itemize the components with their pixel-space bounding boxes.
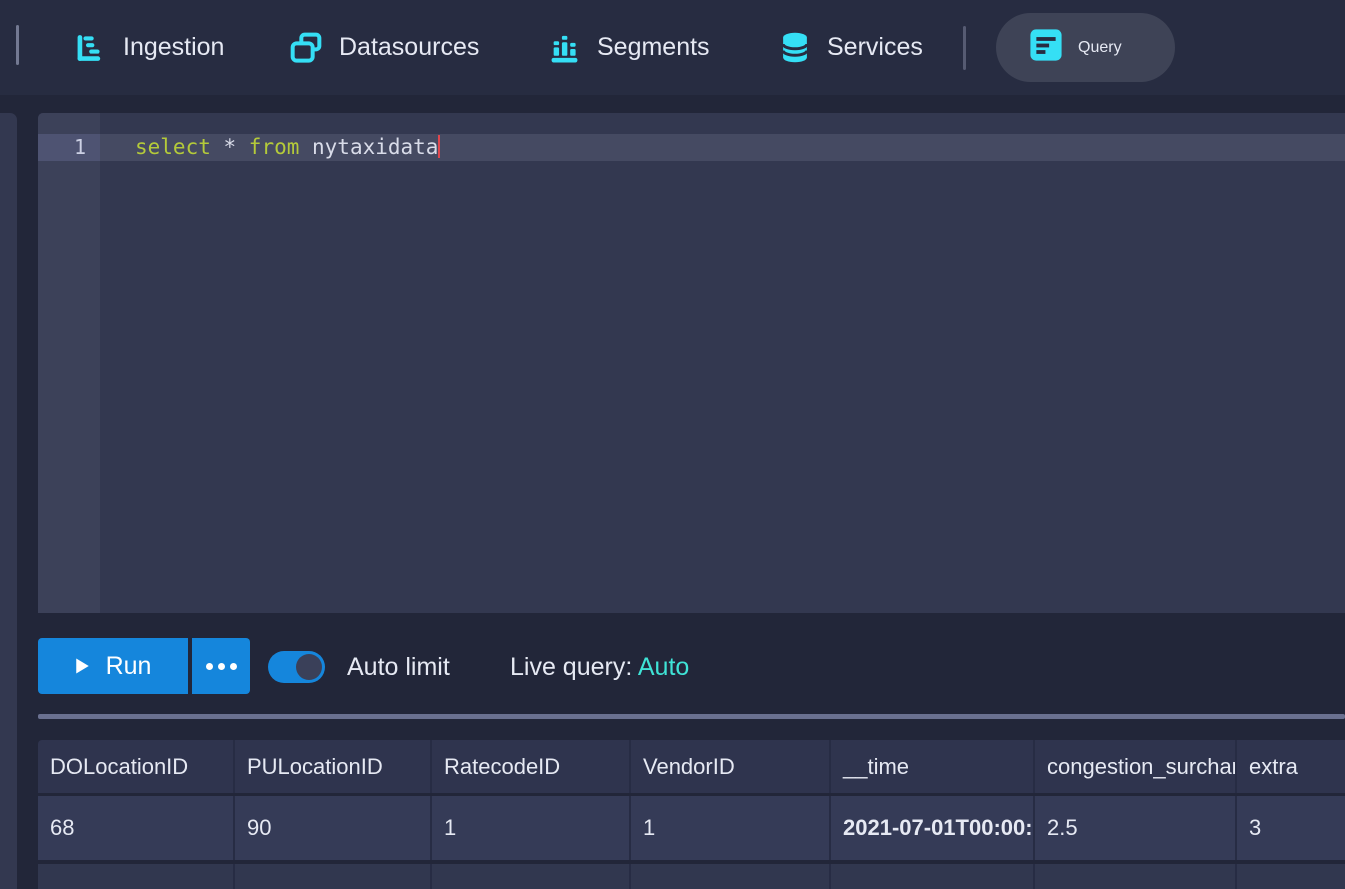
query-card-icon [1029,28,1063,67]
sql-text: * [211,135,249,159]
column-header[interactable]: extra [1237,740,1345,793]
sql-text: nytaxidata [299,135,438,159]
nav-item-services[interactable]: Services [780,0,923,95]
table-cell[interactable]: 3 [1237,796,1345,860]
run-more-options-button[interactable] [192,638,250,694]
gantt-chart-icon [75,32,106,64]
nav-label-ingestion: Ingestion [123,33,224,62]
sql-keyword: from [249,135,300,159]
nav-item-ingestion[interactable]: Ingestion [75,0,224,95]
run-button-label: Run [106,652,152,681]
column-header[interactable]: PULocationID [235,740,432,793]
live-query-label: Live query: Auto [510,651,689,683]
table-cell[interactable]: 68 [38,796,235,860]
auto-limit-label: Auto limit [347,651,450,683]
column-header[interactable]: congestion_surcharge [1035,740,1237,793]
database-icon [780,31,810,64]
run-button-group: Run [38,638,250,694]
column-header[interactable]: VendorID [631,740,831,793]
table-cell[interactable] [432,864,631,889]
nav-label-segments: Segments [597,33,710,62]
nav-left-divider [16,25,19,65]
nav-label-query: Query [1078,39,1122,57]
nav-label-services: Services [827,33,923,62]
panel-splitter-handle[interactable] [38,714,1345,719]
editor-gutter [38,113,100,613]
editor-line-number: 1 [38,134,100,161]
table-row [38,864,1345,889]
table-cell[interactable]: 1 [432,796,631,860]
nav-item-datasources[interactable]: Datasources [290,0,479,95]
table-cell[interactable] [831,864,1035,889]
table-cell[interactable] [631,864,831,889]
nav-item-segments[interactable]: Segments [549,0,710,95]
table-cell[interactable]: 90 [235,796,432,860]
nav-label-datasources: Datasources [339,33,479,62]
stacked-squares-icon [290,32,322,64]
column-header[interactable]: RatecodeID [432,740,631,793]
live-query-caption: Live query: [510,653,638,681]
bar-chart-icon [549,32,580,64]
table-cell[interactable]: 2.5 [1035,796,1237,860]
toggle-knob [296,654,322,680]
table-cell[interactable] [235,864,432,889]
nav-section-divider [963,26,966,70]
more-icon [206,663,237,670]
sql-keyword: select [135,135,211,159]
column-header[interactable]: DOLocationID [38,740,235,793]
left-panel-edge[interactable] [0,113,17,889]
table-header-row: DOLocationID PULocationID RatecodeID Ven… [38,740,1345,793]
top-nav-bar: Ingestion Datasources [0,0,1345,95]
run-button[interactable]: Run [38,638,188,694]
auto-limit-toggle[interactable] [268,651,325,683]
table-cell[interactable] [38,864,235,889]
table-cell[interactable]: 1 [631,796,831,860]
nav-item-query-active[interactable]: Query [996,13,1175,82]
table-row: 68 90 1 1 2021-07-01T00:00:00.000Z 2.5 3 [38,796,1345,860]
table-cell[interactable] [1035,864,1237,889]
query-results-table: DOLocationID PULocationID RatecodeID Ven… [38,740,1345,889]
table-cell[interactable] [1237,864,1345,889]
play-icon [75,657,90,675]
text-cursor [438,135,440,158]
live-query-value[interactable]: Auto [638,653,689,681]
column-header[interactable]: __time [831,740,1035,793]
editor-code-line[interactable]: select * from nytaxidata [135,134,440,161]
sql-editor[interactable]: 1 select * from nytaxidata [38,113,1345,613]
table-cell-time[interactable]: 2021-07-01T00:00:00.000Z [831,796,1035,860]
